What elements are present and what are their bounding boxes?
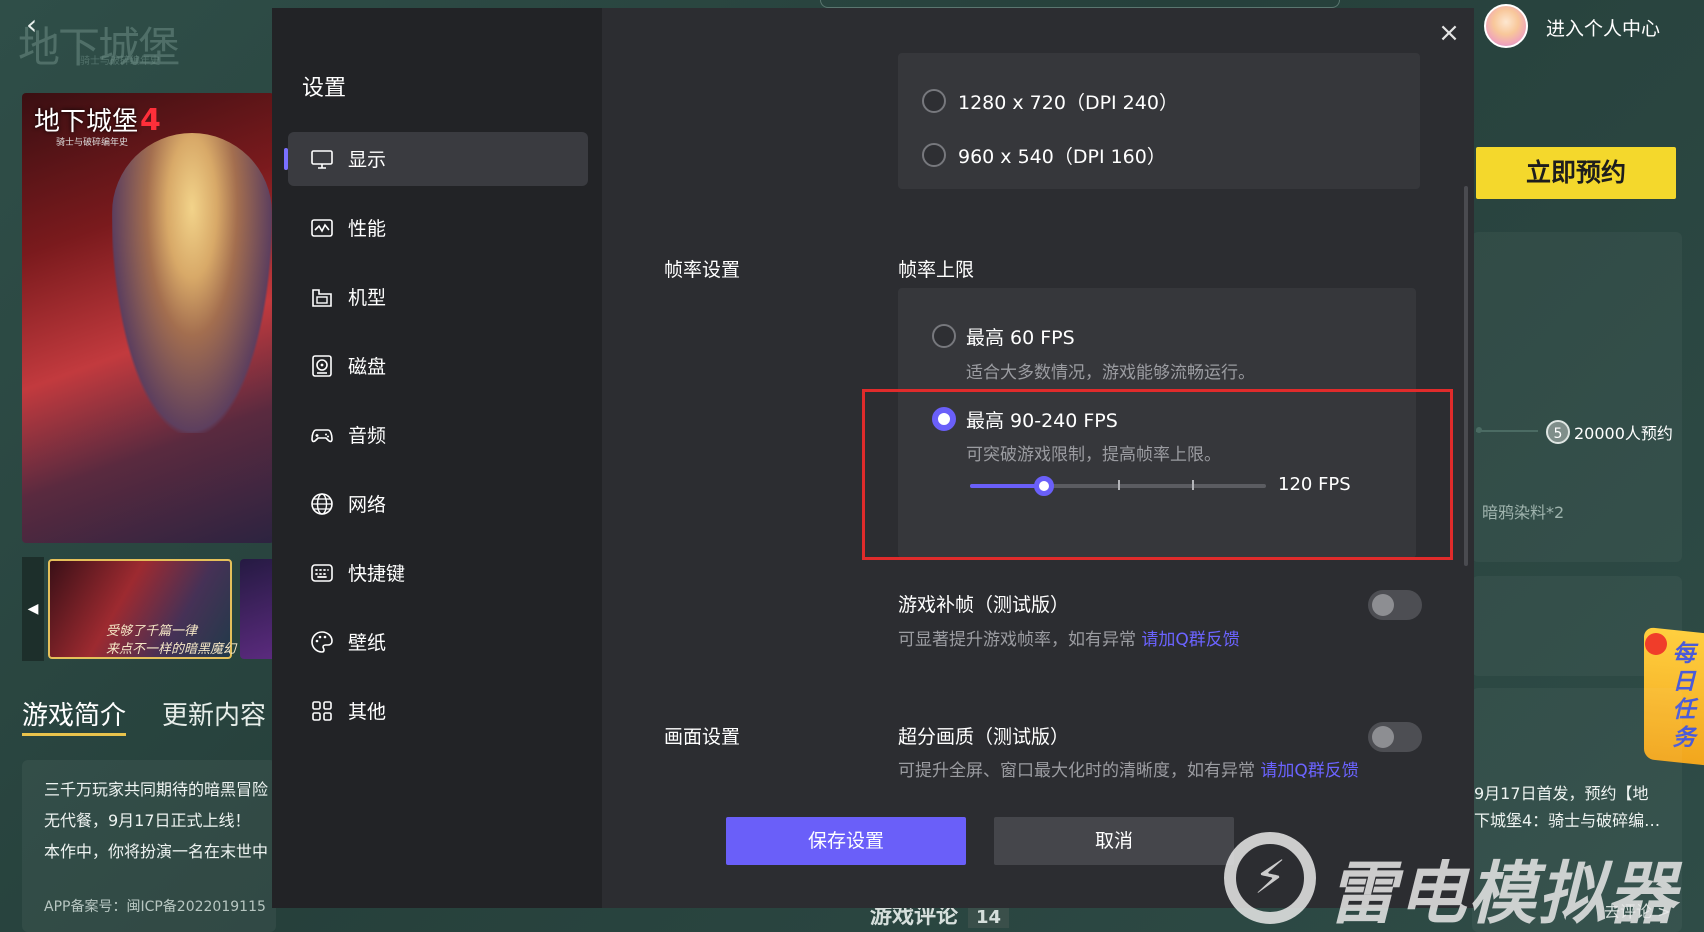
highlight-box: [862, 389, 1453, 560]
super-res-toggle[interactable]: [1368, 722, 1422, 752]
user-center-label[interactable]: 进入个人中心: [1546, 14, 1660, 41]
milestone-progress-dot: [1476, 427, 1482, 433]
game-intro-panel: 三千万玩家共同期待的暗黑冒险 无代餐，9月17日正式上线！ 本作中，你将扮演一名…: [22, 760, 276, 932]
milestone-badge: 5: [1546, 420, 1570, 444]
resolution-label-1280[interactable]: 1280 x 720（DPI 240）: [958, 88, 1178, 115]
sidebar-item-label: 性能: [348, 218, 387, 240]
resolution-label-960[interactable]: 960 x 540（DPI 160）: [958, 142, 1166, 169]
sidebar-item-wallpaper[interactable]: 壁纸: [288, 615, 588, 669]
hero-title-number: 4: [140, 103, 161, 138]
lightning-logo-icon: ⚡: [1224, 832, 1316, 924]
tab-active-underline: [22, 733, 126, 736]
sidebar-item-disk[interactable]: 磁盘: [288, 339, 588, 393]
sidebar-item-label: 机型: [348, 287, 387, 309]
icp-record: APP备案号：闽ICP备2022019115: [44, 899, 266, 915]
sidebar-item-label: 其他: [348, 701, 387, 723]
fps-radio-60[interactable]: [932, 324, 956, 348]
grid-icon: [310, 699, 334, 723]
cancel-button[interactable]: 取消: [994, 817, 1234, 865]
performance-icon: [310, 216, 334, 240]
milestone-progress-line: [1476, 430, 1538, 432]
sidebar-item-label: 磁盘: [348, 356, 387, 378]
super-res-label: 超分画质（测试版）: [898, 726, 1070, 748]
gamepad-icon: [310, 423, 334, 447]
sidebar-item-other[interactable]: 其他: [288, 684, 588, 738]
frame-interp-toggle[interactable]: [1368, 590, 1422, 620]
tab-game-intro[interactable]: 游戏简介: [22, 695, 126, 732]
sidebar-item-label: 网络: [348, 494, 387, 516]
framerate-limit-title: 帧率上限: [898, 259, 975, 281]
close-icon[interactable]: ×: [1436, 20, 1462, 46]
resolution-options: 1280 x 720（DPI 240） 960 x 540（DPI 160）: [898, 53, 1420, 189]
frame-interp-label: 游戏补帧（测试版）: [898, 594, 1070, 616]
disk-icon: [310, 354, 334, 378]
thumb-caption: 受够了千篇一律 来点不一样的暗黑魔幻: [106, 624, 237, 657]
sidebar-item-network[interactable]: 网络: [288, 477, 588, 531]
sidebar-item-performance[interactable]: 性能: [288, 201, 588, 255]
settings-dialog: 设置 显示 性能 机型 磁盘 音频 网络 快捷键 壁纸 其他 1280 x 72…: [272, 8, 1474, 908]
device-model-icon: [310, 285, 334, 309]
tab-update-content[interactable]: 更新内容: [162, 695, 266, 732]
sidebar-item-label: 音频: [348, 425, 387, 447]
carousel-prev-icon[interactable]: ◀: [22, 557, 44, 661]
active-indicator: [284, 148, 288, 170]
settings-content: 1280 x 720（DPI 240） 960 x 540（DPI 160） 帧…: [602, 8, 1474, 908]
fps-label-60[interactable]: 最高 60 FPS: [966, 323, 1075, 350]
sidebar-item-device-model[interactable]: 机型: [288, 270, 588, 324]
scrollbar[interactable]: [1464, 186, 1468, 566]
top-search-bar[interactable]: [820, 0, 1340, 8]
reserve-button[interactable]: 立即预约: [1476, 147, 1676, 199]
feedback-link[interactable]: 请加Q群反馈: [1260, 761, 1358, 781]
game-hero-image: 地下城堡 4 骑士与破碎编年史: [22, 93, 274, 543]
toggle-knob: [1372, 726, 1394, 748]
hero-subtitle: 骑士与破碎编年史: [56, 138, 129, 148]
screenshot-carousel: ◀ 受够了千篇一律 来点不一样的暗黑魔幻: [22, 557, 280, 661]
sidebar-item-audio[interactable]: 音频: [288, 408, 588, 462]
picture-section-title: 画面设置: [664, 726, 741, 748]
hero-title: 地下城堡: [34, 107, 139, 137]
monitor-icon: [310, 147, 334, 171]
news-text[interactable]: 9月17日首发，预约【地 下城堡4：骑士与破碎编…: [1474, 780, 1674, 834]
settings-sidebar: 设置 显示 性能 机型 磁盘 音频 网络 快捷键 壁纸 其他: [272, 8, 602, 908]
fps-desc-60: 适合大多数情况，游戏能够流畅运行。: [966, 363, 1255, 383]
toggle-knob: [1372, 594, 1394, 616]
save-settings-button[interactable]: 保存设置: [726, 817, 966, 865]
sidebar-item-shortcuts[interactable]: 快捷键: [288, 546, 588, 600]
globe-icon: [310, 492, 334, 516]
frame-interp-desc: 可显著提升游戏帧率，如有异常 请加Q群反馈: [898, 630, 1240, 650]
game-logo-subtitle: 骑士与破碎编年史: [80, 56, 160, 67]
resolution-radio-960[interactable]: [922, 143, 946, 167]
palette-icon: [310, 630, 334, 654]
watermark-text: 雷电模拟器: [1328, 855, 1679, 932]
keyboard-icon: [310, 561, 334, 585]
resolution-radio-1280[interactable]: [922, 89, 946, 113]
sidebar-item-label: 快捷键: [348, 563, 406, 585]
screenshot-thumb-1[interactable]: 受够了千篇一律 来点不一样的暗黑魔幻: [48, 559, 236, 659]
game-intro-text: 三千万玩家共同期待的暗黑冒险 无代餐，9月17日正式上线！ 本作中，你将扮演一名…: [44, 780, 269, 861]
avatar[interactable]: [1484, 4, 1528, 48]
review-count: 14: [968, 907, 1010, 928]
feedback-link[interactable]: 请加Q群反馈: [1141, 630, 1239, 650]
notification-dot: [1645, 633, 1667, 655]
milestone-reward: 暗鸦染料*2: [1482, 503, 1565, 522]
super-res-desc: 可提升全屏、窗口最大化时的清晰度，如有异常 请加Q群反馈: [898, 761, 1359, 781]
framerate-section-title: 帧率设置: [664, 259, 741, 281]
dialog-title: 设置: [302, 76, 347, 101]
sidebar-item-label: 壁纸: [348, 632, 387, 654]
sidebar-item-display[interactable]: 显示: [284, 132, 588, 186]
sidebar-item-label: 显示: [348, 149, 387, 171]
milestone-label: 20000人预约: [1574, 424, 1673, 443]
